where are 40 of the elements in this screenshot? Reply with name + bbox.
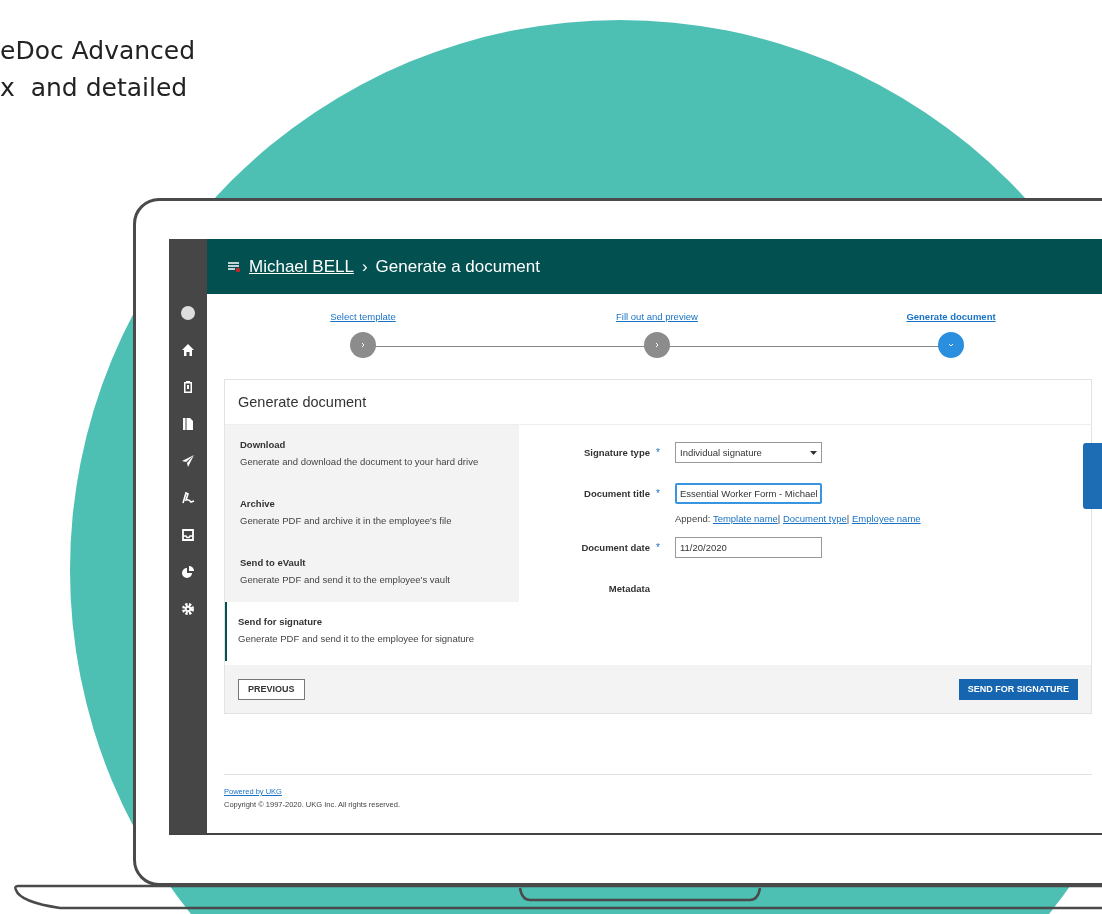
- required-mark: *: [655, 447, 661, 458]
- option-item[interactable]: Send to eVault Generate PDF and send it to the employee's vault: [225, 543, 519, 602]
- step-circle[interactable]: [938, 332, 964, 358]
- append-link[interactable]: Employee name: [851, 513, 921, 524]
- required-mark: *: [655, 488, 661, 499]
- breadcrumb-link[interactable]: Michael BELL: [249, 256, 354, 277]
- option-item[interactable]: Archive Generate PDF and archive it in the employee's file: [225, 484, 519, 543]
- home-icon[interactable]: [180, 342, 196, 358]
- document-icon[interactable]: [180, 416, 196, 432]
- required-mark: *: [655, 542, 661, 553]
- append-link[interactable]: Document type: [782, 513, 847, 524]
- signature-icon[interactable]: [180, 490, 196, 506]
- settings-icon[interactable]: [180, 601, 196, 617]
- option-item[interactable]: Download Generate and download the document to your hard drive: [225, 425, 519, 484]
- field-label: Document date: [580, 542, 650, 553]
- field-label: Metadata: [607, 583, 650, 594]
- inbox-icon[interactable]: [180, 527, 196, 543]
- text-input-field[interactable]: Essential Worker Form - Michael: [675, 483, 822, 504]
- step-circle[interactable]: [350, 332, 376, 358]
- step-link[interactable]: Select template: [330, 311, 396, 322]
- pie-chart-icon[interactable]: [180, 564, 196, 580]
- send-button[interactable]: SEND FOR SIGNATURE: [958, 678, 1078, 700]
- text-input-field[interactable]: 11/20/2020: [675, 537, 822, 558]
- breadcrumb-separator: ›: [361, 256, 368, 277]
- paper-plane-icon[interactable]: [180, 453, 196, 469]
- caret-icon: [810, 450, 817, 455]
- append-link[interactable]: Template name: [712, 513, 778, 524]
- step-circle[interactable]: [644, 332, 670, 358]
- headline-text: x and detailed: [0, 72, 189, 104]
- page-title: Generate a document: [375, 256, 540, 277]
- signature-type-select[interactable]: Individual signature: [675, 442, 822, 463]
- avatar-icon[interactable]: [180, 305, 196, 321]
- step-link[interactable]: Generate document: [906, 311, 996, 322]
- previous-button[interactable]: PREVIOUS: [238, 678, 305, 700]
- field-label: Document title: [583, 488, 650, 499]
- menu-icon[interactable]: [227, 260, 241, 273]
- append-links-text: Append: Template name| Document type| Employee name: [674, 513, 921, 524]
- headline-text: eDoc Advanced: [0, 35, 196, 67]
- field-label: Signature type: [583, 447, 650, 458]
- step-link[interactable]: Fill out and preview: [616, 311, 698, 322]
